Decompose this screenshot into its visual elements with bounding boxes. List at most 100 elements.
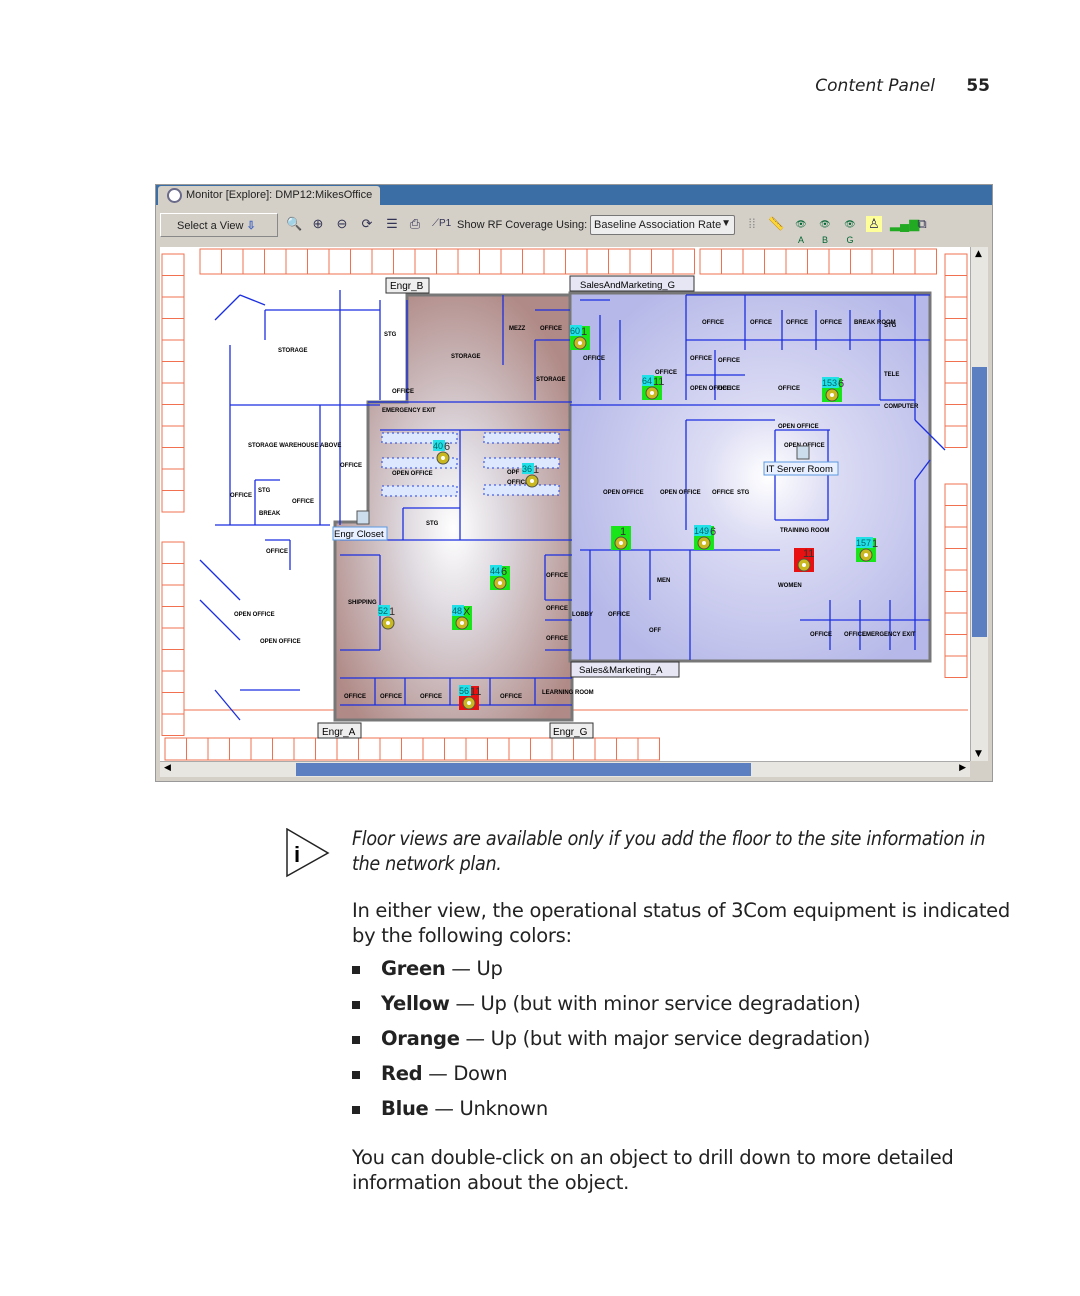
ap-channel: 1 <box>620 526 626 538</box>
vertical-scrollbar[interactable]: ▲ ▼ <box>970 247 988 761</box>
scroll-down-icon[interactable]: ▼ <box>975 749 982 759</box>
ap-id: 149 <box>694 526 709 536</box>
print-icon[interactable]: ⎙ <box>407 216 423 232</box>
ap-channel: 11 <box>653 376 664 388</box>
access-point[interactable]: 153 6 <box>822 377 844 402</box>
room-label: OFFICE <box>292 499 314 505</box>
bullet-icon <box>352 965 360 974</box>
zoom-out-icon[interactable]: ⊖ <box>334 216 350 232</box>
room-label: OFFICE <box>344 694 366 700</box>
access-point[interactable]: 64 11 <box>642 375 664 400</box>
select-view-button[interactable]: Select a View ⇩ <box>160 213 278 237</box>
status-meaning: — Up (but with minor service degradation… <box>455 992 861 1015</box>
refresh-icon[interactable]: ⟳ <box>359 216 375 232</box>
horizontal-scroll-thumb[interactable] <box>296 763 751 776</box>
room-label: MEZZ <box>509 326 526 332</box>
info-icon: i <box>286 828 330 878</box>
access-point[interactable]: 149 6 <box>694 525 716 550</box>
window-title: Monitor [Explore]: DMP12:MikesOffice <box>186 189 373 201</box>
page-header: Content Panel 55 <box>815 76 990 96</box>
bullet-icon <box>352 1000 360 1009</box>
zone-label-sales-a[interactable]: Sales&Marketing_A <box>579 665 663 676</box>
room-label: LEARNING ROOM <box>542 690 594 696</box>
room-label: STORAGE <box>451 354 481 360</box>
scroll-left-icon[interactable]: ◀ <box>164 763 171 773</box>
zone-label-it-server-room[interactable]: IT Server Room <box>766 464 833 475</box>
access-point[interactable]: 60 1 <box>570 325 590 350</box>
ap-id: 64 <box>642 376 652 386</box>
zone-label-engr-g[interactable]: Engr_G <box>553 727 588 738</box>
room-label: MEN <box>657 578 670 584</box>
status-color: Orange <box>381 1027 460 1050</box>
dropdown-arrow-icon: ▼ <box>721 218 731 229</box>
status-meaning: — Up <box>451 957 503 980</box>
sales-zone[interactable] <box>568 291 932 663</box>
room-label: OPEN OFFICE <box>603 490 644 496</box>
monitor-icon <box>167 188 182 203</box>
grid-icon[interactable]: ⁞⁞ <box>744 216 760 232</box>
room-label: STG <box>426 521 439 527</box>
room-label: OFFICE <box>690 356 712 362</box>
signal-icon[interactable]: ▂▄▆ <box>890 216 919 232</box>
horizontal-scrollbar[interactable]: ◀ ▶ <box>160 761 970 777</box>
closing-text: You can double-click on an object to dri… <box>352 1146 954 1194</box>
3d-box-icon[interactable]: ⧉ <box>914 216 930 232</box>
zoom-in-icon[interactable]: ⊕ <box>310 216 326 232</box>
room-label: OPF <box>507 470 520 476</box>
ruler-icon[interactable]: 📏 <box>768 216 784 232</box>
room-label: BREAK <box>259 511 281 517</box>
window-tab[interactable]: Monitor [Explore]: DMP12:MikesOffice <box>158 186 380 205</box>
radio-b-icon[interactable]: 👁B <box>817 216 833 245</box>
section-title: Content Panel <box>815 76 935 96</box>
room-label: OFFICE <box>718 358 740 364</box>
person-icon[interactable]: ♙ <box>866 216 882 232</box>
zone-label-engr-b[interactable]: Engr_B <box>390 281 424 292</box>
vertical-scroll-thumb[interactable] <box>972 367 987 637</box>
room-label: OFFICE <box>230 493 252 499</box>
ap-channel: 11 <box>470 686 481 698</box>
room-label: OPEN OFFICE <box>392 471 433 477</box>
door-icon <box>796 445 810 460</box>
access-point[interactable]: 157 1 <box>856 537 878 562</box>
scroll-up-icon[interactable]: ▲ <box>975 249 982 259</box>
room-label: STORAGE <box>536 377 566 383</box>
access-point[interactable]: 11 <box>794 548 814 572</box>
radio-a-icon[interactable]: 👁A <box>793 216 809 245</box>
ap-channel: 6 <box>838 378 844 390</box>
access-point[interactable]: 1 <box>611 526 631 550</box>
room-label: STG <box>384 332 397 338</box>
scroll-right-icon[interactable]: ▶ <box>959 763 966 773</box>
page-number: 55 <box>966 76 990 96</box>
rf-coverage-select[interactable]: Baseline Association Rate ▼ <box>590 215 735 235</box>
status-color: Yellow <box>381 992 450 1015</box>
ap-channel: 6 <box>501 566 507 578</box>
zone-label-sales-g[interactable]: SalesAndMarketing_G <box>580 280 675 291</box>
ap-channel: 11 <box>803 548 814 560</box>
status-color: Red <box>381 1062 423 1085</box>
access-point[interactable]: 44 6 <box>490 565 510 590</box>
room-label: OFFICE <box>718 386 740 392</box>
radio-g-icon[interactable]: 👁G <box>842 216 858 245</box>
status-color: Green <box>381 957 446 980</box>
status-list-item: Orange — Up (but with major service degr… <box>352 1027 870 1050</box>
ap-channel: 6 <box>444 441 450 453</box>
intro-text: In either view, the operational status o… <box>352 899 1010 947</box>
zone-label-engr-a[interactable]: Engr_A <box>322 727 356 738</box>
desk-row <box>483 484 560 496</box>
access-point[interactable]: 56 11 <box>459 685 481 710</box>
search-icon[interactable]: 🔍 <box>286 216 302 232</box>
room-label: OFFICE <box>583 356 605 362</box>
floor-map[interactable]: STORAGE STG STORAGE WAREHOUSE ABOVE OFFICE M… <box>160 247 970 761</box>
zone-label-engr-closet[interactable]: Engr Closet <box>334 529 384 540</box>
ap-id: 56 <box>459 686 469 696</box>
status-list-item: Yellow — Up (but with minor service degr… <box>352 992 861 1015</box>
access-point[interactable]: 48 X <box>452 605 472 630</box>
room-label: OFFICE <box>540 326 562 332</box>
path-p1-icon[interactable]: ⟋P1 <box>432 216 451 232</box>
room-label: OPEN OFFICE <box>260 639 301 645</box>
bullet-icon <box>352 1070 360 1079</box>
desk-row <box>381 485 458 497</box>
room-label: OPEN OFFICE <box>778 424 819 430</box>
room-label: OFFICE <box>702 320 724 326</box>
list-icon[interactable]: ☰ <box>384 216 400 232</box>
